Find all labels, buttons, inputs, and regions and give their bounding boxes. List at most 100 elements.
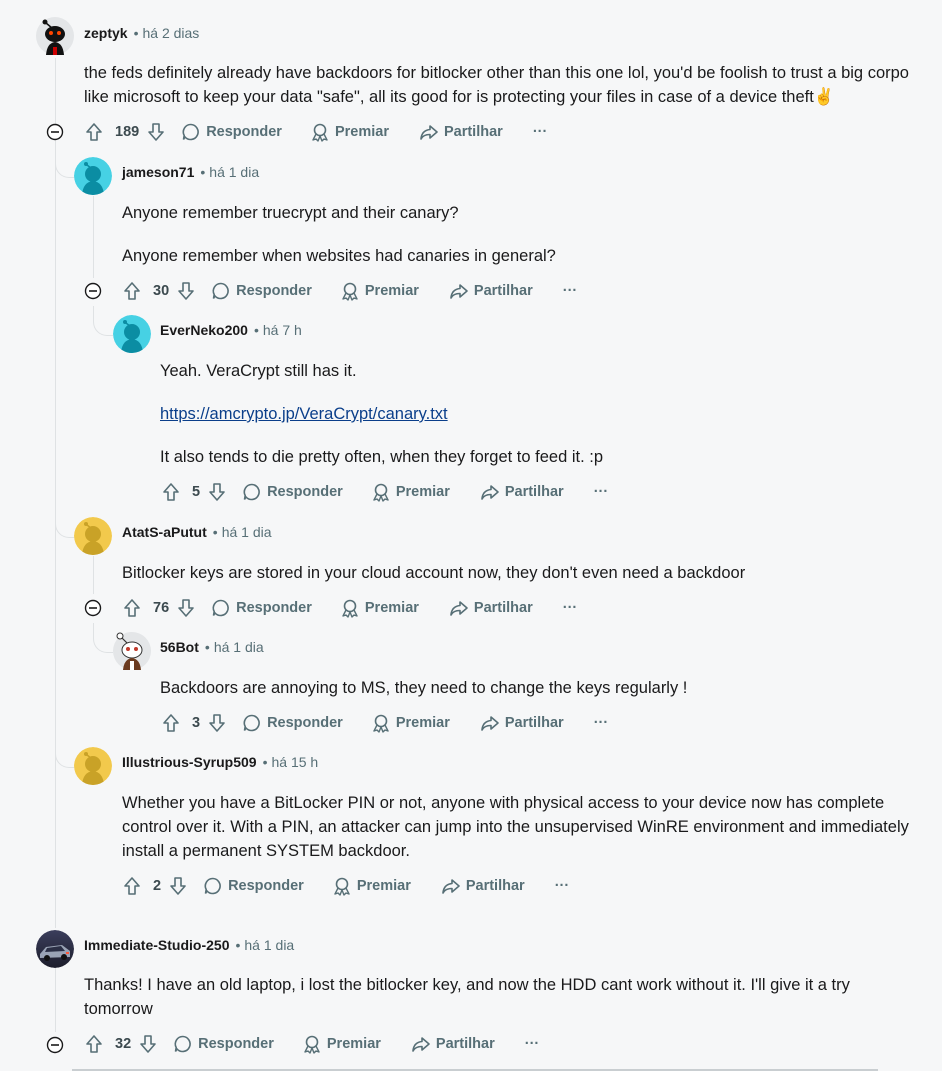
award-button[interactable]: Premiar: [340, 281, 419, 301]
comment-text: Backdoors are annoying to MS, they need …: [160, 679, 688, 697]
timestamp[interactable]: há 1 dia: [244, 937, 294, 953]
more-options-icon[interactable]: ···: [525, 1036, 540, 1052]
award-button[interactable]: Premiar: [310, 122, 389, 142]
share-button[interactable]: Partilhar: [411, 1034, 495, 1054]
comment-actions: 30 Responder Premiar Partilhar ···: [121, 279, 577, 303]
reply-button[interactable]: Responder: [203, 876, 304, 896]
more-options-icon[interactable]: ···: [563, 600, 578, 616]
username[interactable]: jameson71: [122, 164, 194, 180]
collapse-icon[interactable]: [46, 123, 64, 141]
timestamp[interactable]: há 1 dia: [222, 524, 272, 540]
downvote-icon[interactable]: [206, 481, 228, 503]
more-options-icon[interactable]: ···: [563, 283, 578, 299]
reply-button[interactable]: Responder: [211, 598, 312, 618]
award-icon: [304, 1035, 320, 1054]
comment-icon: [182, 123, 200, 141]
comment-text: Anyone remember truecrypt and their cana…: [122, 204, 459, 222]
avatar[interactable]: [74, 517, 112, 555]
share-icon: [412, 1037, 430, 1052]
share-icon: [420, 125, 438, 140]
vote-count: 32: [115, 1036, 132, 1052]
award-icon: [373, 714, 389, 733]
username[interactable]: EverNeko200: [160, 322, 248, 338]
collapse-icon[interactable]: [46, 1036, 64, 1054]
share-button[interactable]: Partilhar: [449, 281, 533, 301]
award-button[interactable]: Premiar: [302, 1034, 381, 1054]
avatar[interactable]: [113, 632, 151, 670]
downvote-icon[interactable]: [175, 280, 197, 302]
timestamp[interactable]: há 7 h: [263, 322, 302, 338]
reply-button[interactable]: Responder: [173, 1034, 274, 1054]
comment-body: Anyone remember truecrypt and their cana…: [122, 201, 912, 268]
share-icon: [442, 879, 460, 894]
upvote-icon[interactable]: [121, 597, 143, 619]
upvote-icon[interactable]: [83, 1033, 105, 1055]
award-icon: [334, 877, 350, 896]
timestamp[interactable]: há 15 h: [272, 754, 319, 770]
username[interactable]: 56Bot: [160, 639, 199, 655]
comment-meta: zeptyk • há 2 dias: [84, 25, 200, 41]
comment-actions: 76 Responder Premiar Partilhar ···: [121, 596, 577, 620]
reply-button[interactable]: Responder: [242, 482, 343, 502]
share-button[interactable]: Partilhar: [480, 713, 564, 733]
thread-line-c1[interactable]: [93, 196, 94, 278]
downvote-icon[interactable]: [137, 1033, 159, 1055]
upvote-icon[interactable]: [83, 121, 105, 143]
reply-button[interactable]: Responder: [242, 713, 343, 733]
comment-actions: 32 Responder Premiar Partilhar ···: [83, 1032, 539, 1056]
thread-line-c6[interactable]: [55, 968, 56, 1032]
award-button[interactable]: Premiar: [332, 876, 411, 896]
upvote-icon[interactable]: [121, 280, 143, 302]
avatar[interactable]: [74, 157, 112, 195]
share-button[interactable]: Partilhar: [419, 122, 503, 142]
more-options-icon[interactable]: ···: [594, 484, 609, 500]
comment-text: Bitlocker keys are stored in your cloud …: [122, 564, 746, 582]
award-icon: [342, 282, 358, 301]
collapse-icon[interactable]: [84, 599, 102, 617]
award-button[interactable]: Premiar: [340, 598, 419, 618]
thread-line-c0[interactable]: [55, 58, 56, 928]
timestamp[interactable]: há 2 dias: [142, 25, 199, 41]
reply-button[interactable]: Responder: [181, 122, 282, 142]
share-button[interactable]: Partilhar: [441, 876, 525, 896]
downvote-icon[interactable]: [145, 121, 167, 143]
avatar[interactable]: [74, 747, 112, 785]
more-options-icon[interactable]: ···: [594, 715, 609, 731]
vote-count: 3: [192, 715, 201, 731]
timestamp[interactable]: há 1 dia: [214, 639, 264, 655]
share-icon: [450, 284, 468, 299]
avatar[interactable]: [113, 315, 151, 353]
reply-button[interactable]: Responder: [211, 281, 312, 301]
username[interactable]: Illustrious-Syrup509: [122, 754, 257, 770]
comment-meta: Illustrious-Syrup509 • há 15 h: [122, 754, 319, 770]
upvote-icon[interactable]: [160, 481, 182, 503]
comment-text: It also tends to die pretty often, when …: [160, 448, 604, 466]
comment-body: the feds definitely already have backdoo…: [84, 61, 914, 109]
vote-count: 30: [153, 283, 170, 299]
thread-branch: [55, 738, 75, 768]
comment-body: Backdoors are annoying to MS, they need …: [160, 676, 910, 700]
canary-link[interactable]: https://amcrypto.jp/VeraCrypt/canary.txt: [160, 405, 448, 423]
downvote-icon[interactable]: [206, 712, 228, 734]
avatar[interactable]: [36, 930, 74, 968]
username[interactable]: AtatS-aPutut: [122, 524, 207, 540]
downvote-icon[interactable]: [167, 875, 189, 897]
timestamp[interactable]: há 1 dia: [209, 164, 259, 180]
share-button[interactable]: Partilhar: [449, 598, 533, 618]
comment-body: Yeah. VeraCrypt still has it. https://am…: [160, 359, 910, 469]
avatar[interactable]: [36, 17, 74, 55]
award-button[interactable]: Premiar: [371, 713, 450, 733]
collapse-icon[interactable]: [84, 282, 102, 300]
username[interactable]: zeptyk: [84, 25, 128, 41]
downvote-icon[interactable]: [175, 597, 197, 619]
upvote-icon[interactable]: [121, 875, 143, 897]
share-button[interactable]: Partilhar: [480, 482, 564, 502]
more-options-icon[interactable]: ···: [533, 124, 548, 140]
thread-line-c3[interactable]: [93, 556, 94, 594]
award-button[interactable]: Premiar: [371, 482, 450, 502]
username[interactable]: Immediate-Studio-250: [84, 937, 229, 953]
more-options-icon[interactable]: ···: [555, 878, 570, 894]
comment-icon: [204, 877, 221, 895]
comment-body: Thanks! I have an old laptop, i lost the…: [84, 973, 884, 1021]
upvote-icon[interactable]: [160, 712, 182, 734]
